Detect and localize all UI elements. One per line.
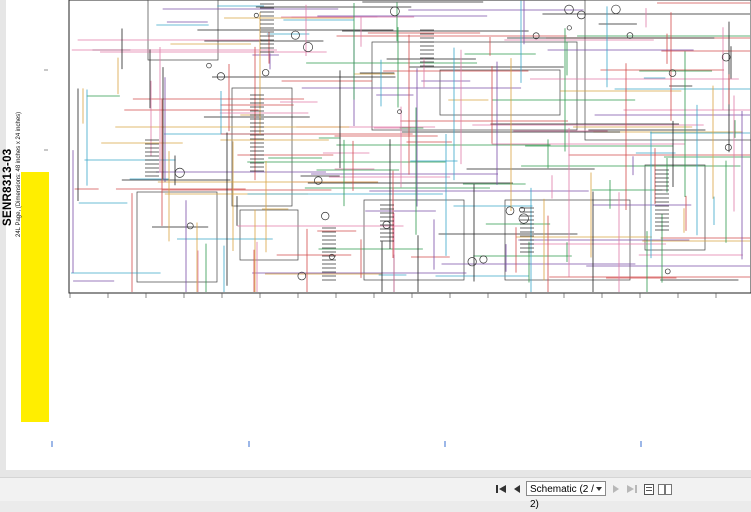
last-page-icon (627, 485, 637, 493)
component-symbol (262, 69, 270, 77)
component-symbol (303, 42, 313, 53)
component-symbol (577, 10, 586, 20)
component-symbol (505, 206, 515, 216)
component-symbol (290, 30, 300, 40)
component-symbol (390, 6, 400, 17)
previous-page-icon (514, 485, 520, 493)
first-page-button[interactable] (493, 481, 509, 497)
single-page-view-button[interactable] (641, 481, 657, 497)
component-box (136, 191, 218, 283)
page-dimensions-note: 24L Page, (Dimensions: 48 inches x 24 in… (16, 111, 22, 237)
component-symbol (467, 257, 477, 267)
first-page-icon (496, 485, 506, 493)
previous-page-button[interactable] (509, 481, 525, 497)
wiring-schematic (44, 0, 751, 447)
component-box (239, 209, 299, 261)
component-symbol (186, 222, 194, 230)
component-box (363, 199, 465, 281)
two-page-view-button[interactable] (657, 481, 673, 497)
component-symbol (724, 144, 732, 151)
page-select-value: Schematic (2 / 2) (530, 484, 594, 510)
component-symbol (479, 255, 488, 264)
component-symbol (216, 72, 225, 81)
title-block (21, 172, 49, 422)
two-page-view-icon (658, 483, 672, 495)
document-id: SENR8313-03 (2, 148, 14, 226)
next-page-button[interactable] (608, 481, 624, 497)
single-page-view-icon (643, 483, 654, 495)
component-symbol (566, 25, 572, 31)
component-symbol (664, 268, 671, 275)
component-box (439, 69, 561, 116)
component-symbol (253, 12, 259, 18)
component-symbol (564, 4, 574, 15)
component-symbol (518, 213, 529, 224)
document-viewport[interactable]: SENR8313-03 24L Page, (Dimensions: 48 in… (0, 0, 751, 477)
component-symbol (611, 4, 621, 15)
next-page-icon (613, 485, 619, 493)
component-symbol (174, 167, 185, 178)
component-box (644, 164, 706, 251)
component-symbol (321, 211, 330, 221)
component-symbol (626, 32, 634, 39)
component-symbol (206, 62, 212, 69)
page-navigation-toolbar: Schematic (2 / 2) (0, 477, 751, 510)
component-box (371, 41, 578, 131)
page-select-dropdown[interactable]: Schematic (2 / 2) (526, 481, 606, 510)
chevron-down-icon (596, 487, 602, 491)
last-page-button[interactable] (624, 481, 640, 497)
